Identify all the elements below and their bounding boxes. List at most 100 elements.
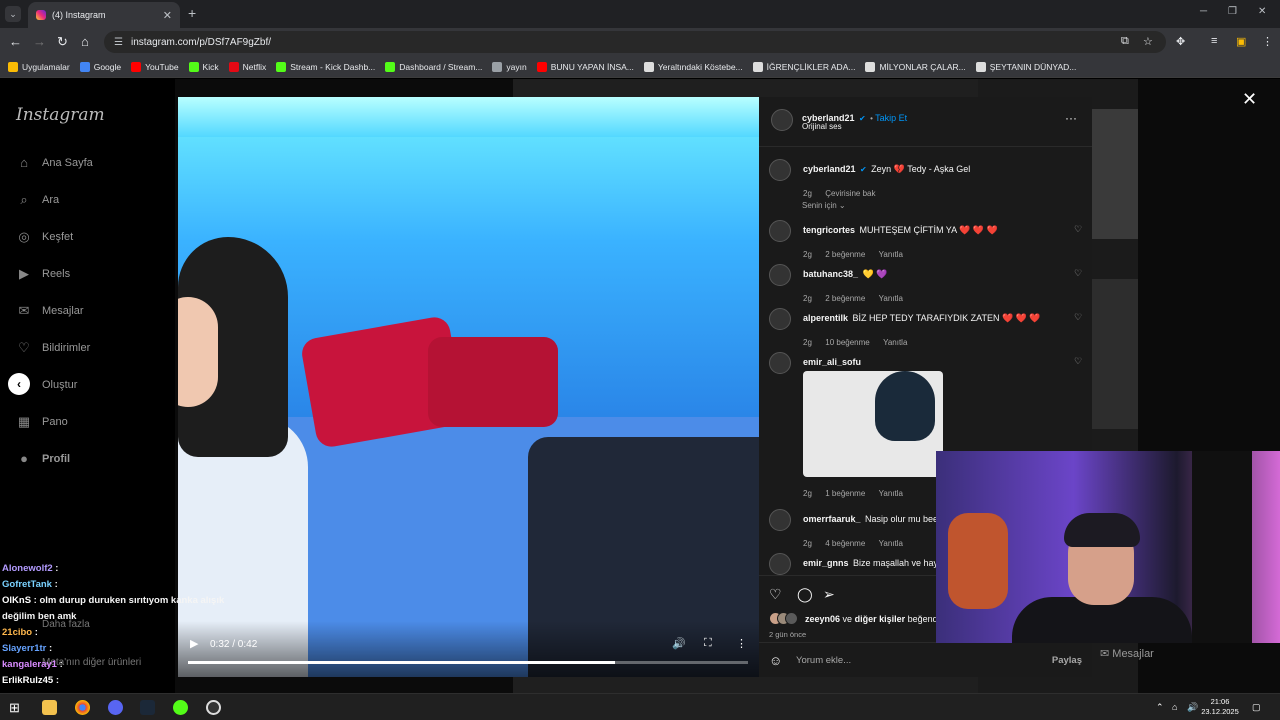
notification-icon[interactable]: ▢ xyxy=(1252,702,1261,713)
comment-like-icon[interactable]: ♡ xyxy=(1074,224,1082,235)
tab-close-icon[interactable]: ✕ xyxy=(163,9,172,22)
comment-likes[interactable]: 2 beğenme xyxy=(825,250,865,259)
browser-tab[interactable]: (4) Instagram ✕ xyxy=(28,2,180,28)
reply-link[interactable]: Yanıtla xyxy=(879,489,903,498)
follow-button[interactable]: Takip Et xyxy=(875,113,907,123)
comment-likes[interactable]: 10 beğenme xyxy=(825,338,869,347)
commenter-avatar[interactable] xyxy=(769,509,791,531)
nav-item-explore[interactable]: ◎ Keşfet xyxy=(16,229,73,245)
start-icon[interactable]: ⊞ xyxy=(9,700,24,715)
home-icon[interactable]: ⌂ xyxy=(81,34,89,49)
reply-link[interactable]: Yanıtla xyxy=(879,250,903,259)
like-icon[interactable]: ♡ xyxy=(769,586,782,603)
instagram-logo[interactable]: Instagram xyxy=(16,105,105,125)
commenter-avatar[interactable] xyxy=(769,220,791,242)
comment-likes[interactable]: 2 beğenme xyxy=(825,294,865,303)
url-input[interactable]: ☰ instagram.com/p/DSf7AF9gZbf/ xyxy=(104,31,1166,53)
extensions-icon[interactable]: ✥ xyxy=(1176,35,1185,48)
window-close-icon[interactable]: ✕ xyxy=(1258,6,1266,17)
bookmark-item[interactable]: Yeraltındaki Köstebe... xyxy=(643,61,743,72)
bookmark-item[interactable]: Kick xyxy=(188,61,219,72)
video-more-icon[interactable]: ⋮ xyxy=(736,637,747,650)
forward-icon[interactable]: → xyxy=(33,34,46,49)
system-clock[interactable]: 21:06 23.12.2025 xyxy=(1200,697,1240,717)
bookmark-item[interactable]: Stream - Kick Dashb... xyxy=(276,61,375,72)
new-tab-button[interactable]: + xyxy=(188,5,196,21)
nav-item-search[interactable]: ⌕ Ara xyxy=(16,192,59,208)
comment-like-icon[interactable]: ♡ xyxy=(1074,312,1082,323)
commenter-username[interactable]: batuhanc38_ xyxy=(803,269,858,279)
tray-chevron-icon[interactable]: ⌃ xyxy=(1156,702,1164,713)
commenter-avatar[interactable] xyxy=(769,308,791,330)
bookmark-item[interactable]: Google xyxy=(79,61,121,72)
volume-tray-icon[interactable]: 🔊 xyxy=(1187,702,1198,713)
chrome-icon[interactable] xyxy=(75,700,90,715)
bookmark-item[interactable]: BUNU YAPAN İNSA... xyxy=(536,61,634,72)
caption-avatar[interactable] xyxy=(769,159,791,181)
bookmark-item[interactable]: yayın xyxy=(492,61,527,72)
close-post-icon[interactable]: ✕ xyxy=(1242,89,1257,110)
comment-sort[interactable]: Senin için ⌄ xyxy=(802,201,846,210)
nav-item-notifications[interactable]: ♡ Bildirimler xyxy=(16,340,90,356)
nav-item-messages[interactable]: ✉ Mesajlar xyxy=(16,303,84,319)
nav-item-reels[interactable]: ▶ Reels xyxy=(16,266,70,282)
liked-by[interactable]: zeeyn06 ve diğer kişiler beğendi xyxy=(805,614,940,624)
bookmark-item[interactable]: İĞRENÇLİKLER ADA... xyxy=(752,61,855,72)
nav-item-home[interactable]: ⌂ Ana Sayfa xyxy=(16,155,93,170)
video-progress-bar[interactable] xyxy=(188,661,748,664)
comment-image[interactable] xyxy=(803,371,943,477)
reply-link[interactable]: Yanıtla xyxy=(883,338,907,347)
comment-like-icon[interactable]: ♡ xyxy=(1074,268,1082,279)
profile-icon[interactable]: ▣ xyxy=(1236,35,1246,48)
bookmark-star-icon[interactable]: ☆ xyxy=(1143,35,1153,48)
commenter-username[interactable]: omerrfaaruk_ xyxy=(803,514,861,524)
reload-icon[interactable]: ↻ xyxy=(57,34,68,50)
author-avatar[interactable] xyxy=(771,109,793,131)
commenter-username[interactable]: emir_ali_sofu xyxy=(803,357,861,367)
comment-like-icon[interactable]: ♡ xyxy=(1074,356,1082,367)
messages-dock[interactable]: ✉ Mesajlar xyxy=(1100,647,1154,660)
commenter-avatar[interactable] xyxy=(769,553,791,575)
commenter-avatar[interactable] xyxy=(769,264,791,286)
commenter-username[interactable]: tengricortes xyxy=(803,225,855,235)
comment-input[interactable]: Yorum ekle... xyxy=(796,655,851,666)
reading-list-icon[interactable]: ≡ xyxy=(1211,35,1217,47)
comment-likes[interactable]: 1 beğenme xyxy=(825,489,865,498)
network-icon[interactable]: ⌂ xyxy=(1172,702,1177,712)
install-app-icon[interactable]: ⧉ xyxy=(1121,35,1129,48)
bookmark-item[interactable]: MİLYONLAR ÇALAR... xyxy=(865,61,966,72)
file-explorer-icon[interactable] xyxy=(42,700,57,715)
translate-link[interactable]: Çevirisine bak xyxy=(825,189,875,198)
commenter-avatar[interactable] xyxy=(769,352,791,374)
emoji-icon[interactable]: ☺ xyxy=(769,653,782,668)
fullscreen-icon[interactable]: ⛶ xyxy=(704,637,712,650)
commenter-username[interactable]: alperentilk xyxy=(803,313,848,323)
post-comment-button[interactable]: Paylaş xyxy=(1052,655,1082,666)
minimize-icon[interactable]: ─ xyxy=(1200,6,1207,17)
bookmark-item[interactable]: YouTube xyxy=(131,61,179,72)
comment-likes[interactable]: 4 beğenme xyxy=(825,539,865,548)
previous-post-icon[interactable]: ‹ xyxy=(8,373,30,395)
obs-icon[interactable] xyxy=(206,700,221,715)
bookmark-item[interactable]: Uygulamalar xyxy=(8,61,70,72)
caption-username[interactable]: cyberland21 xyxy=(803,164,856,174)
audio-label[interactable]: Orijinal ses xyxy=(802,122,842,131)
site-info-icon[interactable]: ☰ xyxy=(114,37,123,48)
post-video[interactable]: ▶ 0:32 / 0:42 🔊 ⛶ ⋮ xyxy=(178,97,759,677)
tab-search-button[interactable]: ⌄ xyxy=(5,6,21,22)
steam-icon[interactable] xyxy=(140,700,155,715)
kick-icon[interactable] xyxy=(173,700,188,715)
comment-icon[interactable]: ◯ xyxy=(797,586,813,603)
commenter-username[interactable]: emir_gnns xyxy=(803,558,849,568)
volume-icon[interactable]: 🔊 xyxy=(672,637,686,650)
post-options-icon[interactable]: ··· xyxy=(1065,111,1077,125)
reply-link[interactable]: Yanıtla xyxy=(879,294,903,303)
nav-item-dashboard[interactable]: ▦ Pano xyxy=(16,414,68,430)
back-icon[interactable]: ← xyxy=(9,34,22,49)
bookmark-item[interactable]: ŞEYTANIN DÜNYAD... xyxy=(975,61,1076,72)
browser-menu-icon[interactable]: ⋮ xyxy=(1262,35,1273,48)
nav-item-profile[interactable]: ● Profil xyxy=(16,451,70,466)
reply-link[interactable]: Yanıtla xyxy=(879,539,903,548)
share-icon[interactable]: ➢ xyxy=(823,586,835,603)
restore-icon[interactable]: ❐ xyxy=(1228,6,1237,17)
